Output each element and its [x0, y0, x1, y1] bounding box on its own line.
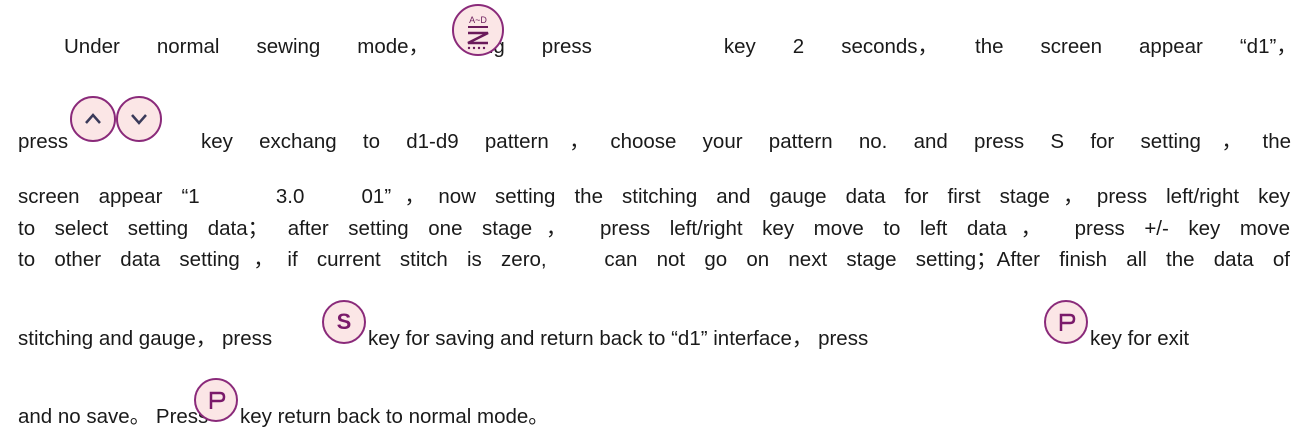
text: and no save。 Press [18, 405, 209, 428]
text: to other data setting，if current stitch … [18, 248, 1290, 271]
paragraph-line-3: screen appear “1 3.0 01”，now setting the… [18, 185, 1297, 209]
word: normal [156, 35, 220, 58]
word: key [723, 35, 756, 58]
text: key exchang to d1-d9 pattern，choose your… [201, 130, 1291, 153]
text: key for saving and return back to “d1” i… [368, 327, 869, 350]
word: appear [1139, 35, 1203, 58]
paragraph-line-2-rest: key exchang to d1-d9 pattern，choose your… [201, 130, 1297, 154]
paragraph-line-4: to select setting data； after setting on… [18, 217, 1297, 241]
word: screen [1040, 35, 1103, 58]
paragraph-line-7-end: key return back to normal mode。 [240, 405, 1297, 429]
word: sewing [256, 35, 321, 58]
paragraph-line-6-end: key for exit [1090, 327, 1297, 351]
text: to select setting data； after setting on… [18, 217, 1290, 240]
paragraph-line-5: to other data setting，if current stitch … [18, 248, 1297, 272]
icon-gap [629, 35, 687, 59]
word: Under [64, 35, 120, 58]
pattern-key-icon: A~D [452, 4, 504, 56]
word: seconds， [841, 35, 939, 58]
word: mode， [357, 35, 430, 58]
text: stitching and gauge， press [18, 327, 273, 350]
pattern-key-label: A~D [469, 15, 487, 25]
s-key-label: S [337, 309, 352, 334]
word: press [18, 130, 69, 153]
down-arrow-key-icon [116, 96, 162, 142]
text: key for exit [1090, 327, 1190, 350]
s-key-icon: S [322, 300, 366, 344]
word: 2 [792, 35, 805, 58]
text: screen appear “1 3.0 01”，now setting the… [18, 185, 1290, 208]
word: “d1”， [1239, 35, 1297, 58]
up-arrow-key-icon [70, 96, 116, 142]
p-key-icon [194, 378, 238, 422]
word: press [541, 35, 592, 58]
word: the [975, 35, 1004, 58]
p-key-icon [1044, 300, 1088, 344]
paragraph-line-1: Under normal sewing mode， long press key… [18, 35, 1297, 59]
text: key return back to normal mode。 [240, 405, 549, 428]
